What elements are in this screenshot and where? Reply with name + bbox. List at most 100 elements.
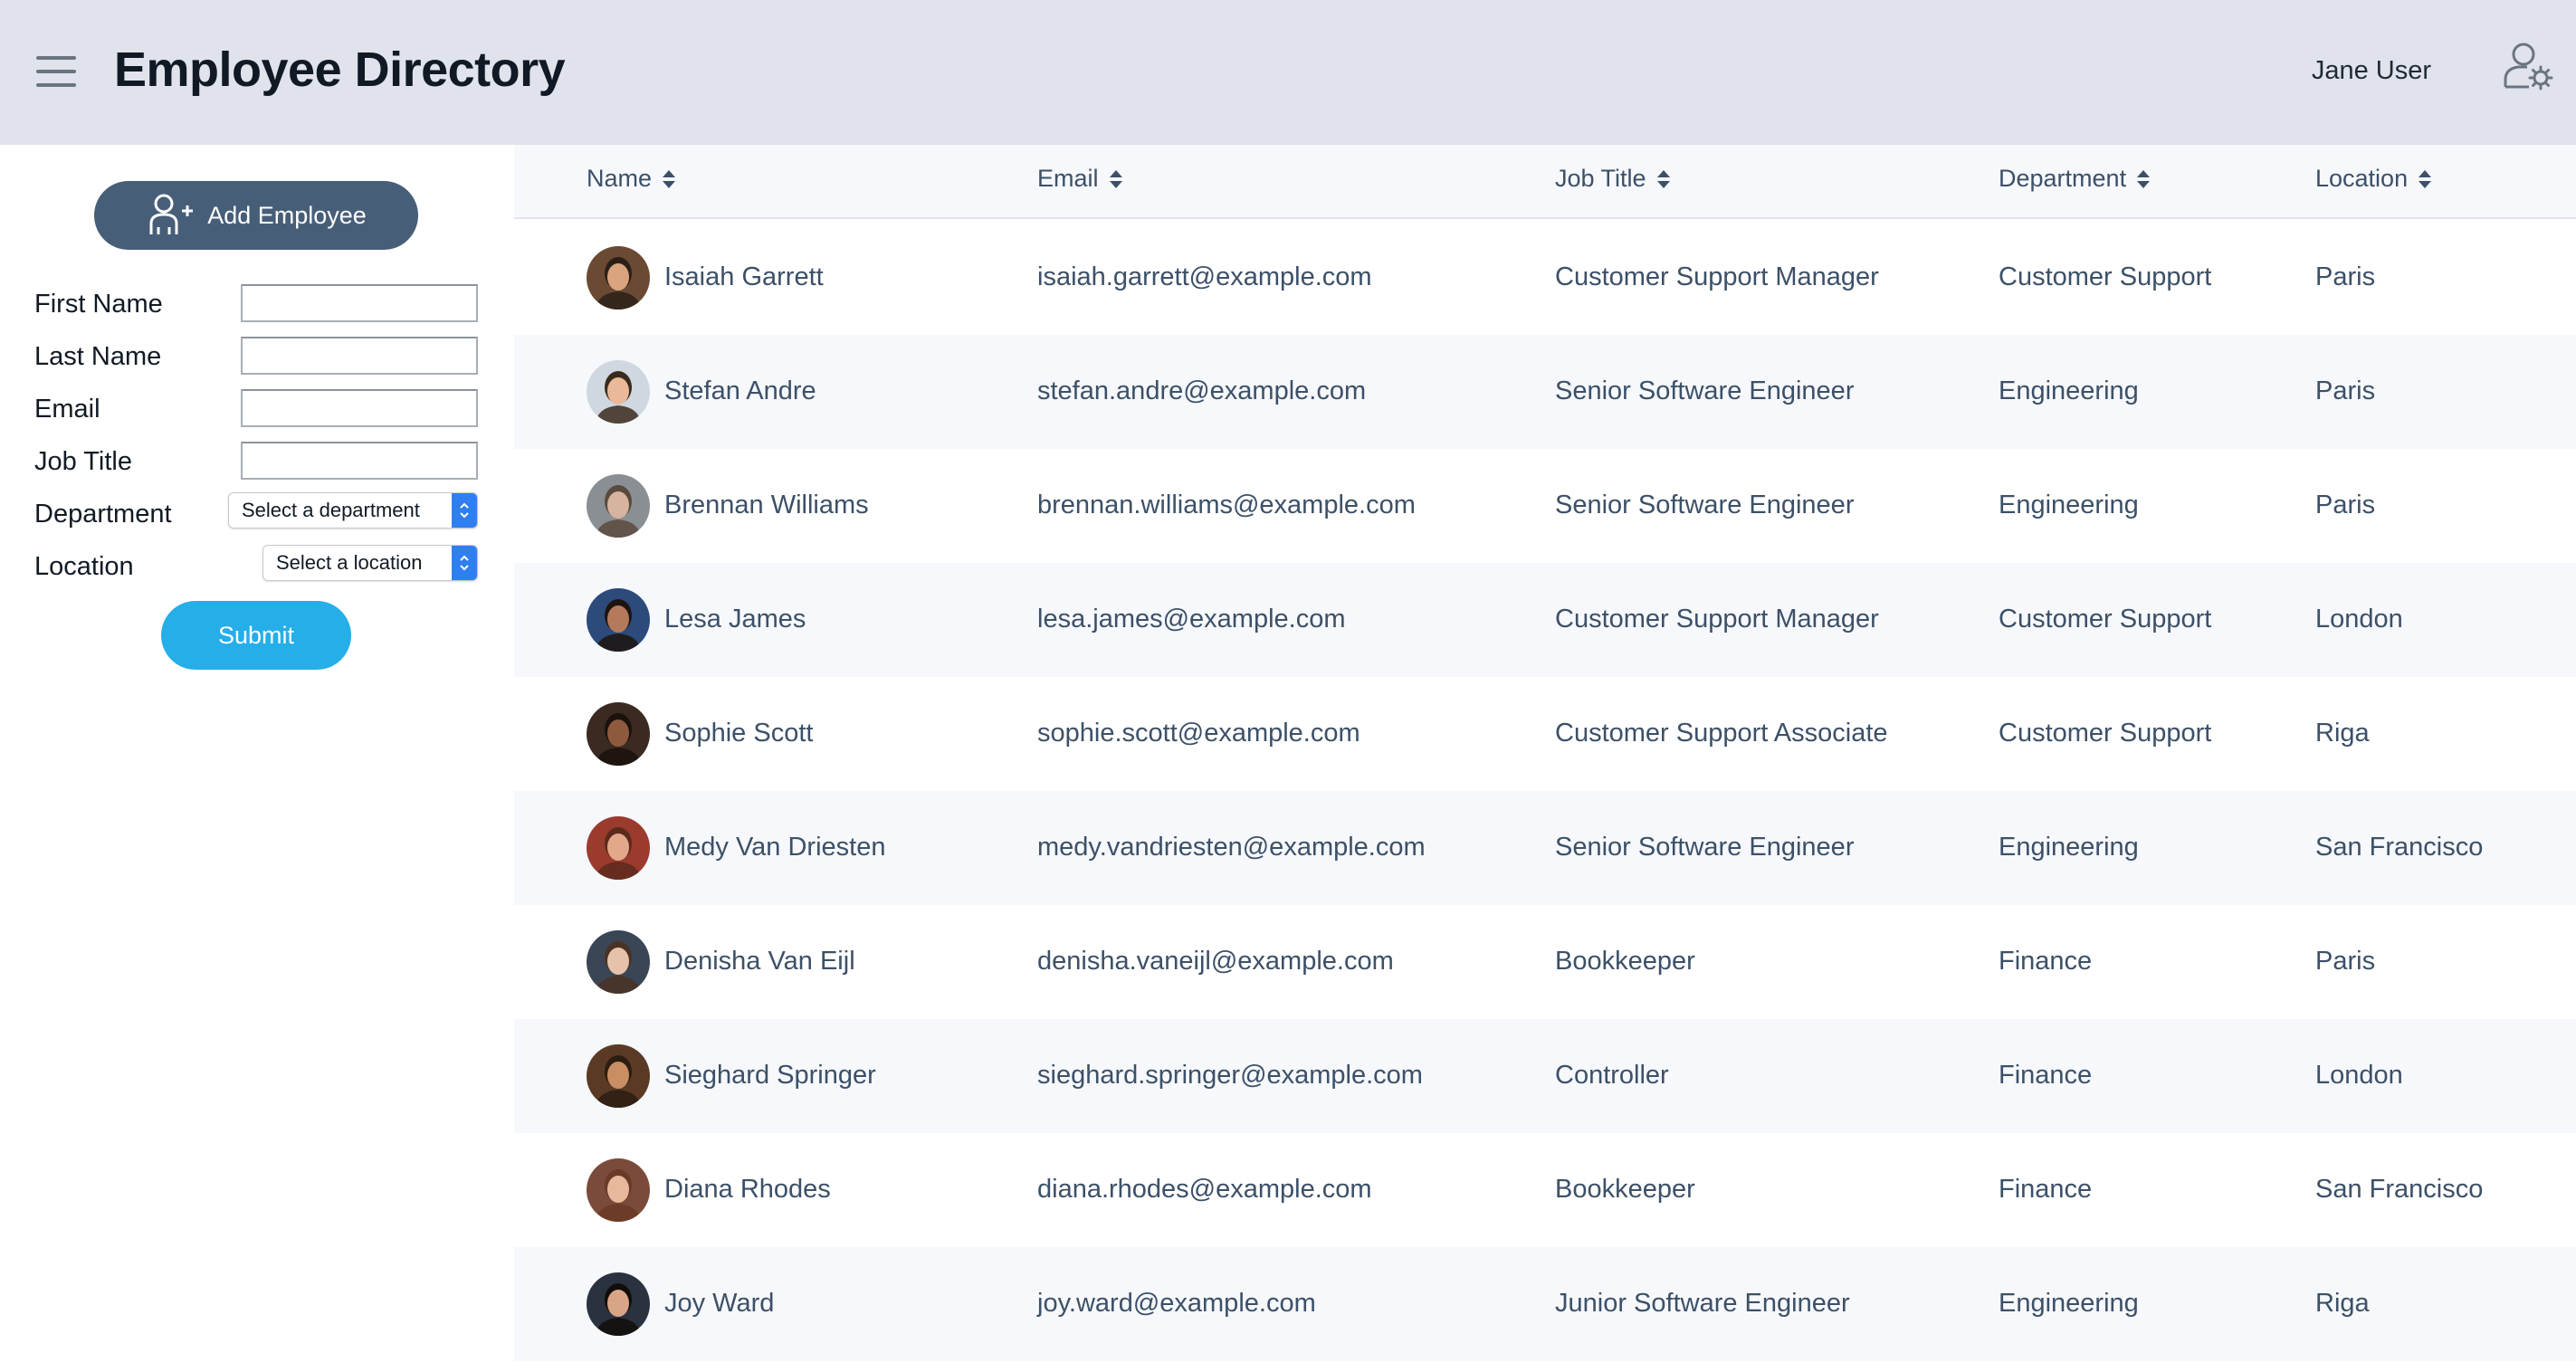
last-name-field[interactable] — [241, 337, 478, 375]
cell-department: Engineering — [1999, 1289, 2139, 1318]
submit-button[interactable]: Submit — [161, 601, 351, 670]
cell-location: Riga — [2315, 1289, 2370, 1318]
add-user-icon — [149, 194, 194, 234]
sort-icon — [1656, 169, 1670, 188]
cell-email[interactable]: medy.vandriesten@example.com — [1037, 833, 1426, 862]
cell-email[interactable]: diana.rhodes@example.com — [1037, 1175, 1372, 1205]
user-settings-icon[interactable] — [2502, 40, 2556, 94]
email-row: Email — [34, 387, 478, 433]
cell-email[interactable]: denisha.vaneijl@example.com — [1037, 947, 1394, 977]
add-employee-label: Add Employee — [207, 201, 367, 229]
table-row[interactable]: Isaiah Garrett isaiah.garrett@example.com… — [514, 221, 2576, 335]
sort-icon — [2419, 169, 2432, 188]
column-header-department[interactable]: Department — [1999, 165, 2151, 193]
cell-email[interactable]: sieghard.springer@example.com — [1037, 1061, 1423, 1091]
cell-department: Customer Support — [1999, 605, 2212, 634]
cell-department: Customer Support — [1999, 719, 2212, 748]
cell-department: Engineering — [1999, 376, 2139, 405]
cell-department: Finance — [1999, 1175, 2093, 1204]
cell-department: Engineering — [1999, 833, 2139, 862]
cell-email[interactable]: brennan.williams@example.com — [1037, 491, 1416, 520]
column-header-job-title[interactable]: Job Title — [1555, 165, 1672, 193]
cell-location: London — [2315, 605, 2403, 634]
column-header-label: Department — [1999, 165, 2127, 192]
add-employee-sidebar: Add Employee First Name Last Name Email … — [0, 145, 514, 1372]
table-header: Name Email Job Title Department Location — [514, 145, 2576, 219]
job-title-label: Job Title — [34, 447, 132, 476]
location-row: Location Select a location — [34, 545, 478, 590]
user-name[interactable]: Jane User — [2312, 56, 2431, 86]
cell-location: Paris — [2315, 947, 2376, 976]
avatar — [587, 1158, 650, 1222]
cell-location: San Francisco — [2315, 833, 2484, 862]
avatar — [587, 474, 650, 538]
cell-location: Paris — [2315, 491, 2376, 519]
cell-job-title: Junior Software Engineer — [1555, 1289, 1850, 1318]
job-title-row: Job Title — [34, 440, 478, 485]
job-title-field[interactable] — [241, 442, 478, 480]
avatar — [587, 930, 650, 994]
table-row[interactable]: Sophie Scott sophie.scott@example.com Cust… — [514, 677, 2576, 791]
cell-job-title: Bookkeeper — [1555, 947, 1695, 976]
avatar — [587, 360, 650, 424]
cell-job-title: Customer Support Associate — [1555, 719, 1888, 748]
employee-table: Name Email Job Title Department Location… — [514, 145, 2576, 1372]
department-label: Department — [34, 500, 172, 529]
table-row[interactable]: Lesa James lesa.james@example.com Customer… — [514, 563, 2576, 677]
table-row[interactable]: Diana Rhodes diana.rhodes@example.com Book… — [514, 1133, 2576, 1247]
table-row[interactable]: Medy Van Driesten medy.vandriesten@exampl… — [514, 791, 2576, 905]
cell-job-title: Bookkeeper — [1555, 1175, 1695, 1204]
add-employee-button[interactable]: Add Employee — [94, 181, 418, 250]
cell-name: Diana Rhodes — [664, 1175, 831, 1204]
table-row[interactable]: Denisha Van Eijl denisha.vaneijl@example.… — [514, 905, 2576, 1019]
first-name-field[interactable] — [241, 284, 478, 322]
column-header-location[interactable]: Location — [2315, 165, 2433, 193]
cell-email[interactable]: isaiah.garrett@example.com — [1037, 262, 1372, 292]
cell-department: Customer Support — [1999, 262, 2212, 291]
cell-name: Joy Ward — [664, 1289, 775, 1318]
cell-name: Sophie Scott — [664, 719, 814, 748]
cell-email[interactable]: sophie.scott@example.com — [1037, 719, 1360, 748]
table-row[interactable]: Stefan Andre stefan.andre@example.com Seni… — [514, 335, 2576, 449]
department-select[interactable]: Select a department — [228, 492, 478, 529]
cell-name: Medy Van Driesten — [664, 833, 886, 862]
cell-email[interactable]: lesa.james@example.com — [1037, 605, 1346, 634]
avatar — [587, 1272, 650, 1336]
column-header-label: Location — [2315, 165, 2409, 192]
cell-job-title: Senior Software Engineer — [1555, 833, 1855, 862]
hamburger-menu-icon[interactable] — [36, 56, 76, 87]
department-select-value: Select a department — [242, 499, 420, 521]
column-header-name[interactable]: Name — [587, 165, 677, 193]
avatar — [587, 702, 650, 766]
cell-job-title: Customer Support Manager — [1555, 605, 1879, 634]
cell-department: Engineering — [1999, 491, 2139, 519]
cell-job-title: Customer Support Manager — [1555, 262, 1879, 291]
cell-email[interactable]: joy.ward@example.com — [1037, 1289, 1316, 1319]
cell-name: Isaiah Garrett — [664, 262, 824, 291]
table-row[interactable]: Sieghard Springer sieghard.springer@examp… — [514, 1019, 2576, 1133]
cell-email[interactable]: stefan.andre@example.com — [1037, 376, 1366, 406]
avatar — [587, 246, 650, 310]
table-row[interactable]: Joy Ward joy.ward@example.com Junior Softw… — [514, 1247, 2576, 1361]
select-arrows-icon — [452, 546, 477, 580]
column-header-label: Name — [587, 165, 653, 192]
last-name-row: Last Name — [34, 335, 478, 380]
first-name-label: First Name — [34, 290, 163, 319]
sort-icon — [1109, 169, 1122, 188]
cell-job-title: Senior Software Engineer — [1555, 376, 1855, 405]
location-label: Location — [34, 552, 134, 581]
location-select[interactable]: Select a location — [262, 545, 478, 581]
email-field[interactable] — [241, 389, 478, 427]
cell-job-title: Senior Software Engineer — [1555, 491, 1855, 519]
select-arrows-icon — [452, 493, 477, 528]
cell-name: Brennan Williams — [664, 491, 869, 519]
column-header-email[interactable]: Email — [1037, 165, 1124, 193]
avatar — [587, 816, 650, 880]
cell-location: London — [2315, 1061, 2403, 1090]
table-row[interactable]: Brennan Williams brennan.williams@example… — [514, 449, 2576, 563]
sort-icon — [663, 169, 676, 188]
cell-department: Finance — [1999, 1061, 2093, 1090]
email-label: Email — [34, 395, 100, 424]
cell-name: Lesa James — [664, 605, 806, 634]
avatar — [587, 1044, 650, 1108]
